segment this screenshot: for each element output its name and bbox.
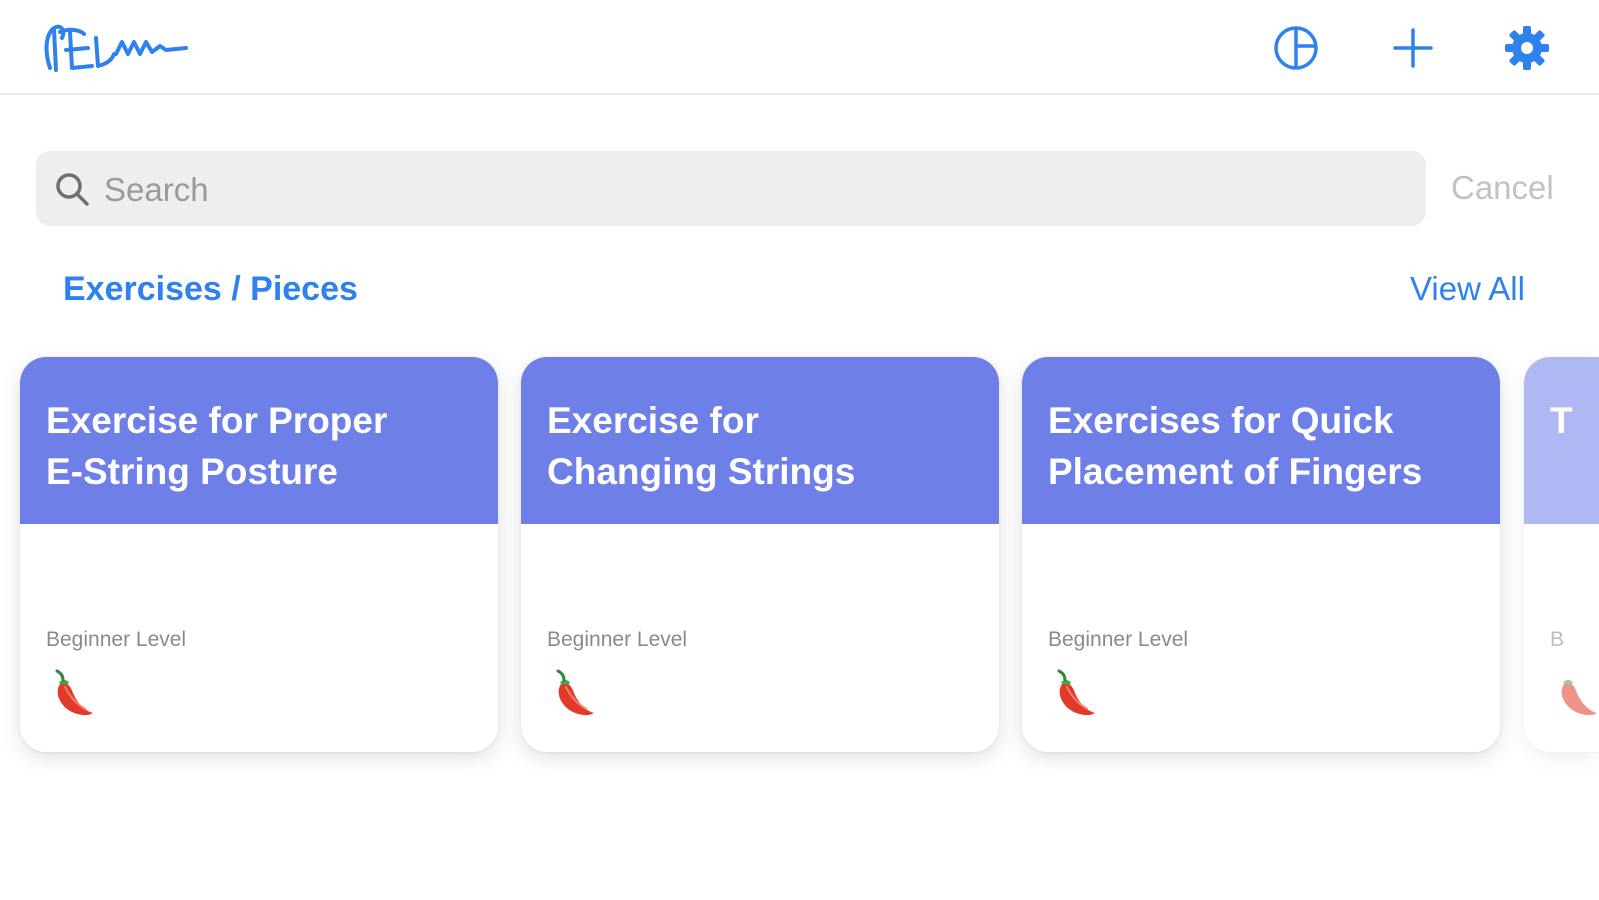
level-label: B — [1550, 628, 1565, 651]
top-bar — [0, 0, 1599, 95]
card-header: Exercise for Changing Strings — [521, 357, 999, 524]
globe-icon[interactable] — [1272, 24, 1320, 72]
exercise-card[interactable]: Exercise for Changing Strings Beginner L… — [521, 357, 999, 752]
app-logo[interactable] — [40, 20, 190, 78]
exercise-card[interactable]: Exercises for Quick Placement of Fingers… — [1022, 357, 1500, 752]
card-header: Exercise for Proper E-String Posture — [20, 357, 498, 524]
app-screen: Cancel Exercises / Pieces View All Exerc… — [0, 0, 1599, 900]
section-title[interactable]: Exercises / Pieces — [63, 270, 358, 309]
search-bar — [36, 151, 1426, 228]
card-title: Exercises for Quick Placement of Fingers — [1048, 400, 1423, 492]
card-header: T — [1524, 357, 1599, 524]
card-title: Exercise for Changing Strings — [547, 400, 856, 492]
chili-pepper-icon — [1057, 669, 1095, 716]
search-icon — [56, 173, 89, 206]
card-title: T — [1550, 400, 1573, 441]
card-header: Exercises for Quick Placement of Fingers — [1022, 357, 1500, 524]
level-label: Beginner Level — [547, 628, 688, 651]
plus-icon[interactable] — [1389, 24, 1437, 72]
view-all-link[interactable]: View All — [1410, 270, 1525, 308]
chili-pepper-icon — [55, 669, 93, 716]
level-label: Beginner Level — [1048, 628, 1189, 651]
level-label: Beginner Level — [46, 628, 187, 651]
gear-icon[interactable] — [1503, 24, 1551, 72]
chili-pepper-icon — [1561, 680, 1597, 716]
exercise-card-partial[interactable]: T B — [1524, 357, 1599, 752]
cancel-button[interactable]: Cancel — [1451, 169, 1554, 207]
search-input[interactable] — [102, 151, 1396, 228]
exercise-card[interactable]: Exercise for Proper E-String Posture Beg… — [20, 357, 498, 752]
card-title: Exercise for Proper E-String Posture — [46, 400, 388, 492]
chili-pepper-icon — [556, 669, 594, 716]
